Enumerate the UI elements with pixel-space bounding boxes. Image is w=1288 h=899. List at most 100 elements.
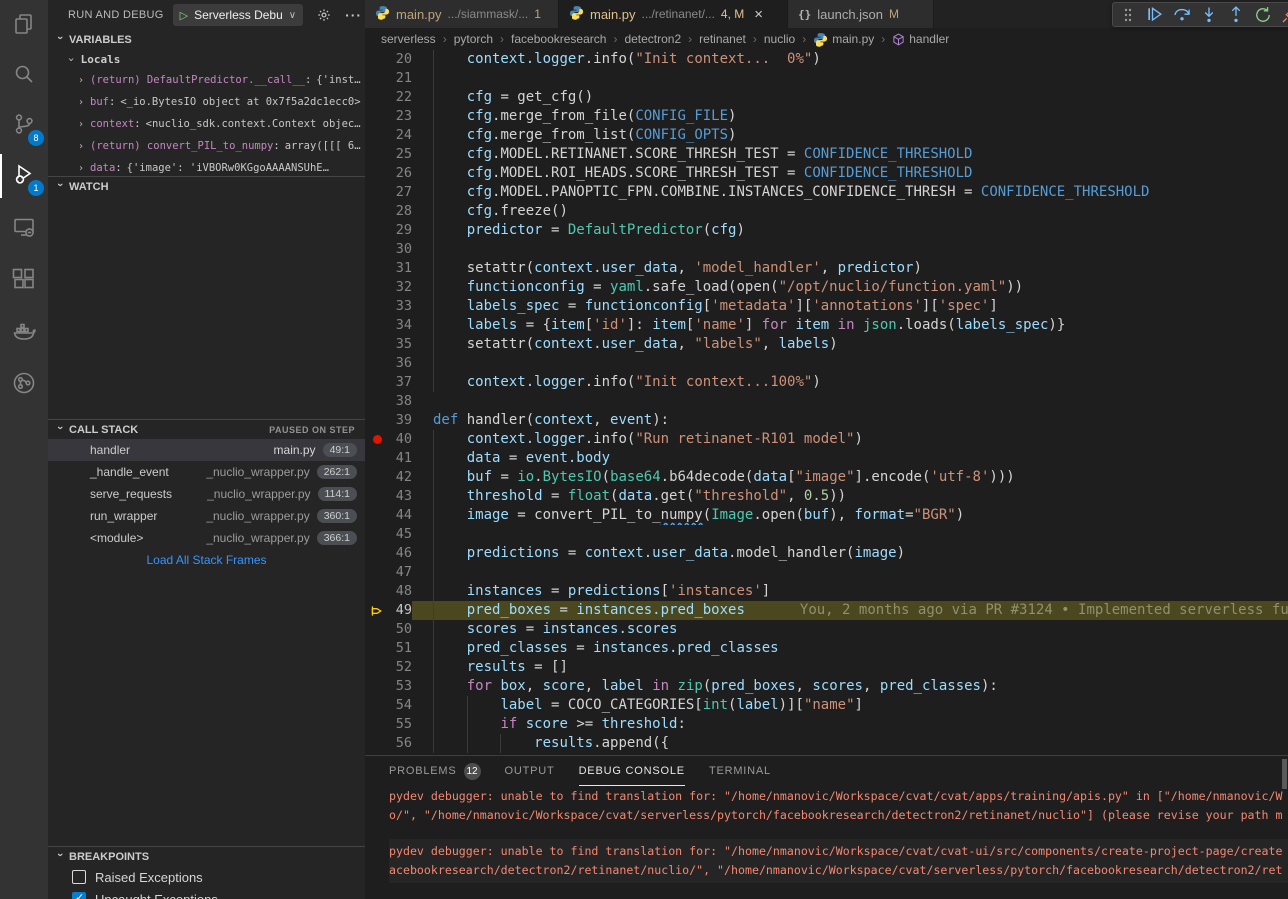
disconnect-icon[interactable]: [1278, 4, 1288, 26]
variable-row[interactable]: ›(return) DefaultPredictor.__call__:{'in…: [48, 69, 365, 91]
panel-tab-output[interactable]: OUTPUT: [505, 756, 555, 786]
panel-scrollbar[interactable]: [1282, 759, 1287, 789]
breakpoint-row[interactable]: Uncaught Exceptions: [48, 888, 365, 899]
code-line-23[interactable]: 23 cfg.merge_from_file(CONFIG_FILE): [365, 107, 1288, 126]
code-editor[interactable]: 20 context.logger.info("Init context... …: [365, 50, 1288, 755]
code-line-51[interactable]: 51 pred_classes = instances.pred_classes: [365, 639, 1288, 658]
code-line-33[interactable]: 33 labels_spec = functionconfig['metadat…: [365, 297, 1288, 316]
breakpoint-gutter[interactable]: [365, 183, 389, 202]
breakpoint-gutter[interactable]: [365, 259, 389, 278]
breadcrumb-item-pytorch[interactable]: pytorch: [454, 32, 493, 46]
breakpoint-gutter[interactable]: [365, 582, 389, 601]
breakpoint-gutter[interactable]: [365, 544, 389, 563]
editor-tab-main-py[interactable]: main.py.../retinanet/...4, M×: [559, 0, 788, 28]
breakpoint-gutter[interactable]: [365, 449, 389, 468]
call-stack-frame[interactable]: run_wrapper_nuclio_wrapper.py360:1: [48, 505, 365, 527]
code-line-52[interactable]: 52 results = []: [365, 658, 1288, 677]
breakpoint-gutter[interactable]: [365, 563, 389, 582]
breakpoint-gutter[interactable]: [365, 430, 389, 449]
code-line-24[interactable]: 24 cfg.merge_from_list(CONFIG_OPTS): [365, 126, 1288, 145]
breakpoint-gutter[interactable]: [365, 601, 389, 620]
breadcrumb-item-retinanet[interactable]: retinanet: [699, 32, 746, 46]
breadcrumb-item-nuclio[interactable]: nuclio: [764, 32, 795, 46]
code-line-21[interactable]: 21: [365, 69, 1288, 88]
breakpoint-gutter[interactable]: [365, 240, 389, 259]
breakpoint-gutter[interactable]: [365, 221, 389, 240]
code-line-32[interactable]: 32 functionconfig = yaml.safe_load(open(…: [365, 278, 1288, 297]
restart-icon[interactable]: [1251, 4, 1275, 26]
launch-config-dropdown[interactable]: ▷ Serverless Debu ∨: [173, 4, 304, 26]
activity-remote-explorer[interactable]: [0, 207, 48, 251]
breakpoint-gutter[interactable]: [365, 88, 389, 107]
breakpoint-gutter[interactable]: [365, 145, 389, 164]
call-stack-section-header[interactable]: › CALL STACK PAUSED ON STEP: [48, 420, 365, 439]
code-line-28[interactable]: 28 cfg.freeze(): [365, 202, 1288, 221]
code-line-22[interactable]: 22 cfg = get_cfg(): [365, 88, 1288, 107]
code-line-53[interactable]: 53 for box, score, label in zip(pred_box…: [365, 677, 1288, 696]
code-line-44[interactable]: 44 image = convert_PIL_to_numpy(Image.op…: [365, 506, 1288, 525]
breakpoints-section-header[interactable]: › BREAKPOINTS: [48, 847, 365, 866]
activity-docker[interactable]: [0, 311, 48, 355]
breakpoint-gutter[interactable]: [365, 696, 389, 715]
code-line-27[interactable]: 27 cfg.MODEL.PANOPTIC_FPN.COMBINE.INSTAN…: [365, 183, 1288, 202]
checkbox[interactable]: [72, 870, 86, 884]
breakpoint-gutter[interactable]: [365, 373, 389, 392]
call-stack-frame[interactable]: handlermain.py49:1: [48, 439, 365, 461]
code-line-38[interactable]: 38: [365, 392, 1288, 411]
code-line-43[interactable]: 43 threshold = float(data.get("threshold…: [365, 487, 1288, 506]
watch-section-header[interactable]: › WATCH: [48, 177, 365, 196]
breakpoint-gutter[interactable]: [365, 715, 389, 734]
code-line-47[interactable]: 47: [365, 563, 1288, 582]
code-line-41[interactable]: 41 data = event.body: [365, 449, 1288, 468]
load-all-stack-frames-link[interactable]: Load All Stack Frames: [48, 549, 365, 571]
code-line-25[interactable]: 25 cfg.MODEL.RETINANET.SCORE_THRESH_TEST…: [365, 145, 1288, 164]
code-line-31[interactable]: 31 setattr(context.user_data, 'model_han…: [365, 259, 1288, 278]
breakpoint-gutter[interactable]: [365, 335, 389, 354]
code-line-20[interactable]: 20 context.logger.info("Init context... …: [365, 50, 1288, 69]
breakpoint-gutter[interactable]: [365, 202, 389, 221]
code-line-56[interactable]: 56 results.append({: [365, 734, 1288, 753]
variable-row[interactable]: ›context:<nuclio_sdk.context.Context obj…: [48, 113, 365, 135]
code-line-54[interactable]: 54 label = COCO_CATEGORIES[int(label)]["…: [365, 696, 1288, 715]
step-out-icon[interactable]: [1224, 4, 1248, 26]
close-icon[interactable]: ×: [754, 6, 763, 23]
breadcrumb-item-serverless[interactable]: serverless: [381, 32, 436, 46]
breadcrumb-item-handler[interactable]: handler: [892, 32, 949, 46]
code-line-35[interactable]: 35 setattr(context.user_data, "labels", …: [365, 335, 1288, 354]
breadcrumb-item-main.py[interactable]: main.py: [813, 32, 874, 47]
breakpoint-gutter[interactable]: [365, 164, 389, 183]
breakpoint-gutter[interactable]: [365, 392, 389, 411]
code-line-48[interactable]: 48 instances = predictions['instances']: [365, 582, 1288, 601]
breakpoint-gutter[interactable]: [365, 69, 389, 88]
breadcrumb-item-detectron2[interactable]: detectron2: [624, 32, 681, 46]
breakpoint-gutter[interactable]: [365, 126, 389, 145]
breakpoint-gutter[interactable]: [365, 411, 389, 430]
gear-icon[interactable]: [317, 8, 331, 22]
code-line-37[interactable]: 37 context.logger.info("Init context...1…: [365, 373, 1288, 392]
breakpoint-gutter[interactable]: [365, 316, 389, 335]
breakpoint-gutter[interactable]: [365, 734, 389, 753]
step-over-icon[interactable]: [1170, 4, 1194, 26]
code-line-46[interactable]: 46 predictions = context.user_data.model…: [365, 544, 1288, 563]
breakpoint-gutter[interactable]: [365, 50, 389, 69]
breakpoint-gutter[interactable]: [365, 658, 389, 677]
breadcrumb-item-facebookresearch[interactable]: facebookresearch: [511, 32, 606, 46]
breakpoint-gutter[interactable]: [365, 620, 389, 639]
breakpoint-gutter[interactable]: [365, 107, 389, 126]
activity-run-debug[interactable]: 1: [0, 154, 48, 198]
code-line-36[interactable]: 36: [365, 354, 1288, 373]
code-line-40[interactable]: 40 context.logger.info("Run retinanet-R1…: [365, 430, 1288, 449]
activity-source-control[interactable]: 8: [0, 104, 48, 148]
breakpoint-gutter[interactable]: [365, 487, 389, 506]
breakpoint-gutter[interactable]: [365, 354, 389, 373]
activity-search[interactable]: [0, 54, 48, 98]
code-line-39[interactable]: 39def handler(context, event):: [365, 411, 1288, 430]
code-line-26[interactable]: 26 cfg.MODEL.ROI_HEADS.SCORE_THRESH_TEST…: [365, 164, 1288, 183]
toolbar-grip[interactable]: [1116, 4, 1140, 26]
locals-scope-row[interactable]: › Locals: [48, 49, 365, 69]
step-into-icon[interactable]: [1197, 4, 1221, 26]
breakpoint-gutter[interactable]: [365, 525, 389, 544]
code-line-50[interactable]: 50 scores = instances.scores: [365, 620, 1288, 639]
code-line-34[interactable]: 34 labels = {item['id']: item['name'] fo…: [365, 316, 1288, 335]
editor-tab-launch-json[interactable]: {}launch.jsonM: [788, 0, 934, 28]
